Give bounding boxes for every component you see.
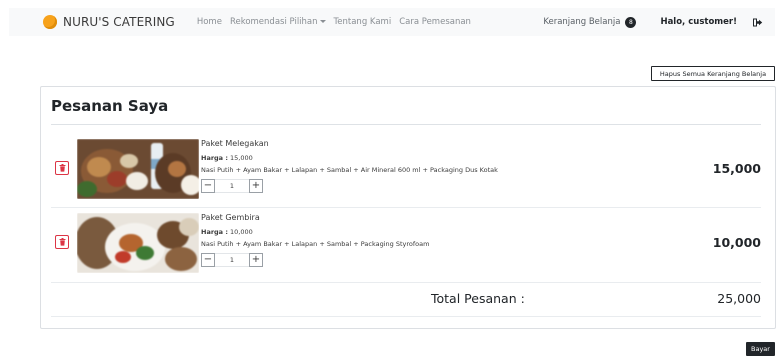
cart-item: Paket Gembira Harga : 10,000 Nasi Putih … (51, 209, 761, 281)
item-name: Paket Gembira (201, 213, 260, 222)
nav-right: Keranjang Belanja 8 Halo, customer! (543, 8, 775, 36)
item-info: Paket Melegakan Harga : 15,000 Nasi Puti… (201, 135, 601, 193)
nav-link-home[interactable]: Home (197, 17, 222, 27)
price-value: 10,000 (230, 228, 253, 236)
quantity-stepper: − + (201, 179, 601, 193)
cart-item: Paket Melegakan Harga : 15,000 Nasi Puti… (51, 135, 761, 207)
logo-circle-icon (43, 15, 57, 29)
cart-count-badge: 8 (625, 16, 637, 28)
price-label: Harga : (201, 154, 228, 162)
product-image (77, 213, 199, 273)
delete-item-button[interactable] (55, 235, 69, 249)
quantity-input[interactable] (215, 253, 249, 267)
user-greeting[interactable]: Halo, customer! (660, 17, 737, 27)
navbar: NURU'S CATERING Home Rekomendasi Pilihan… (9, 8, 775, 36)
cart-label: Keranjang Belanja (543, 17, 621, 27)
decrease-qty-button[interactable]: − (201, 179, 215, 193)
trash-icon (59, 238, 65, 246)
delete-item-button[interactable] (55, 161, 69, 175)
card-title: Pesanan Saya (51, 97, 169, 115)
item-description: Nasi Putih + Ayam Bakar + Lalapan + Samb… (201, 240, 430, 248)
total-value: 25,000 (717, 291, 761, 306)
divider (51, 316, 761, 317)
nav-link-about[interactable]: Tentang Kami (334, 17, 392, 27)
trash-icon (59, 164, 65, 172)
price-label: Harga : (201, 228, 228, 236)
nav-link-how-to-order[interactable]: Cara Pemesanan (399, 17, 471, 27)
total-label: Total Pesanan : (431, 291, 525, 306)
item-info: Paket Gembira Harga : 10,000 Nasi Putih … (201, 209, 601, 267)
order-card: Pesanan Saya Paket Melegakan Harga: 15,… (40, 86, 776, 329)
caret-down-icon (319, 20, 326, 23)
divider (51, 124, 761, 125)
item-subtotal: 10,000 (712, 235, 761, 250)
nav-link-recommendations[interactable]: Rekomendasi Pilihan (230, 17, 326, 27)
price-value: 15,000 (230, 154, 253, 162)
clear-cart-button[interactable]: Hapus Semua Keranjang Belanja (651, 66, 775, 81)
nav-link-recommendations-label: Rekomendasi Pilihan (229, 17, 318, 27)
cart-link[interactable]: Keranjang Belanja 8 (543, 16, 637, 28)
increase-qty-button[interactable]: + (249, 253, 263, 267)
quantity-input[interactable] (215, 179, 249, 193)
product-image (77, 139, 199, 199)
brand[interactable]: NURU'S CATERING (43, 15, 175, 29)
decrease-qty-button[interactable]: − (201, 253, 215, 267)
sign-out-icon[interactable] (751, 15, 765, 29)
divider (51, 207, 761, 208)
item-description: Nasi Putih + Ayam Bakar + Lalapan + Samb… (201, 166, 498, 174)
pay-button[interactable]: Bayar (746, 342, 775, 356)
order-total-row: Total Pesanan : 25,000 (51, 283, 761, 313)
item-name: Paket Melegakan (201, 139, 269, 148)
quantity-stepper: − + (201, 253, 601, 267)
item-price: Harga : 10,000 (201, 228, 601, 236)
nav-links: Home Rekomendasi Pilihan Tentang Kami Ca… (197, 17, 479, 27)
brand-name: NURU'S CATERING (63, 15, 175, 29)
item-price: Harga : 15,000 (201, 154, 601, 162)
item-subtotal: 15,000 (712, 161, 761, 176)
increase-qty-button[interactable]: + (249, 179, 263, 193)
